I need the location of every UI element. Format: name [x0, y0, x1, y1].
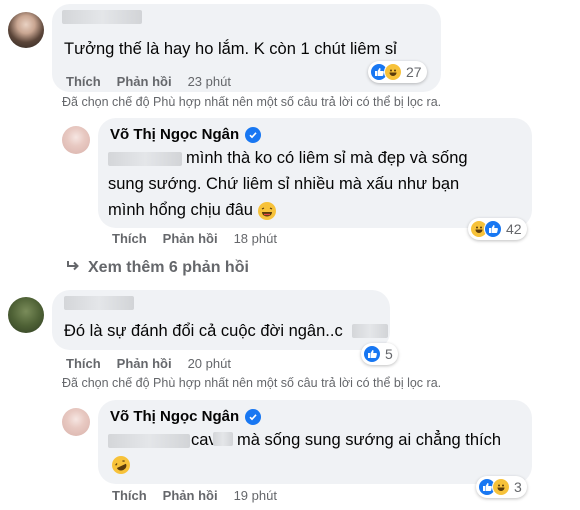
comment-actions: Thích Phản hồi 23 phút — [66, 74, 231, 89]
author-name: Võ Thị Ngọc Ngân — [110, 408, 240, 425]
redacted-mention — [108, 152, 182, 166]
comment-reactions[interactable]: 5 — [361, 343, 398, 365]
view-more-label: Xem thêm 6 phản hồi — [88, 259, 249, 276]
reply-button[interactable]: Phản hồi — [117, 74, 172, 89]
haha-icon — [384, 63, 402, 81]
comment-reactions[interactable]: 27 — [368, 61, 427, 83]
redacted-commenter-name — [64, 296, 134, 310]
comment-text-content: Đó là sự đánh đổi cả cuộc đời ngân..c — [64, 322, 343, 340]
reply-author[interactable]: Võ Thị Ngọc Ngân — [110, 408, 262, 425]
reaction-count: 3 — [514, 479, 522, 495]
filter-note: Đã chọn chế độ Phù hợp nhất nên một số c… — [62, 95, 442, 109]
like-button[interactable]: Thích — [66, 74, 101, 89]
like-button[interactable]: Thích — [112, 488, 147, 503]
reply-text-line-1: mình thà ko có liêm sỉ mà đẹp và sống — [186, 149, 468, 167]
comment-text: Tưởng thế là hay ho lắm. K còn 1 chút li… — [64, 40, 397, 58]
rolling-laughing-emoji-icon — [112, 456, 130, 474]
commenter-avatar[interactable] — [8, 297, 44, 333]
verified-badge-icon — [245, 126, 262, 143]
haha-icon — [492, 478, 510, 496]
laughing-emoji-icon — [257, 201, 276, 220]
reply-reactions[interactable]: 42 — [468, 218, 527, 240]
reply-author[interactable]: Võ Thị Ngọc Ngân — [110, 126, 262, 143]
author-name: Võ Thị Ngọc Ngân — [110, 126, 240, 143]
comment-text: Đó là sự đánh đổi cả cuộc đời ngân..c — [64, 318, 343, 345]
reply-actions: Thích Phản hồi 18 phút — [112, 231, 277, 246]
like-button[interactable]: Thích — [66, 356, 101, 371]
commenter-avatar[interactable] — [8, 12, 44, 48]
reply-actions: Thích Phản hồi 19 phút — [112, 488, 277, 503]
reaction-count: 42 — [506, 221, 522, 237]
reply-text-part-2: mà sống sung sướng ai chẳng thích — [237, 431, 502, 449]
reply-text-line-2: sung sướng. Chứ liêm sỉ nhiều mà xấu như… — [108, 175, 460, 193]
redacted-commenter-name — [62, 10, 142, 24]
reply-button[interactable]: Phản hồi — [163, 488, 218, 503]
redacted-text — [213, 432, 233, 446]
reply-reactions[interactable]: 3 — [476, 476, 527, 498]
replier-avatar[interactable] — [62, 126, 90, 154]
timestamp[interactable]: 18 phút — [234, 231, 277, 246]
replier-avatar[interactable] — [62, 408, 90, 436]
reaction-count: 27 — [406, 64, 422, 80]
view-more-replies-button[interactable]: Xem thêm 6 phản hồi — [66, 259, 249, 277]
comment-actions: Thích Phản hồi 20 phút — [66, 356, 231, 371]
reply-text-line-3-text: mình hổng chịu đâu — [108, 201, 253, 219]
reply-text-line-3: mình hổng chịu đâu — [108, 197, 276, 224]
like-icon — [484, 220, 502, 238]
reply-button[interactable]: Phản hồi — [117, 356, 172, 371]
filter-note: Đã chọn chế độ Phù hợp nhất nên một số c… — [62, 376, 442, 390]
reply-arrow-icon — [66, 259, 80, 277]
reaction-count: 5 — [385, 346, 393, 362]
timestamp[interactable]: 23 phút — [188, 74, 231, 89]
redacted-text — [352, 324, 388, 338]
verified-badge-icon — [245, 408, 262, 425]
like-icon — [363, 345, 381, 363]
timestamp[interactable]: 19 phút — [234, 488, 277, 503]
redacted-mention — [108, 434, 190, 448]
like-button[interactable]: Thích — [112, 231, 147, 246]
timestamp[interactable]: 20 phút — [188, 356, 231, 371]
reply-button[interactable]: Phản hồi — [163, 231, 218, 246]
